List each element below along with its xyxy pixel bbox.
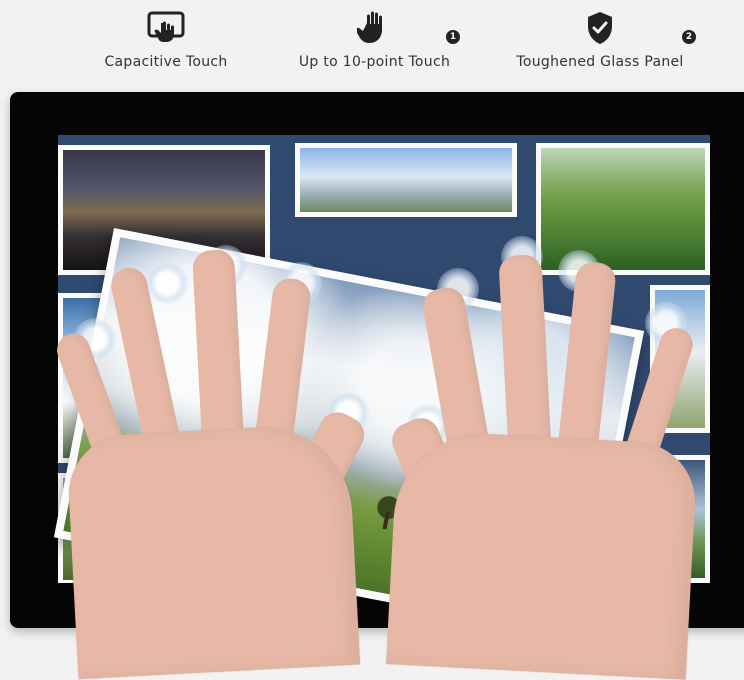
shield-check-icon	[588, 12, 612, 44]
touch-point	[146, 262, 188, 304]
feature-capacitive-touch: Capacitive Touch	[96, 10, 236, 70]
left-hand	[65, 422, 361, 680]
feature-ten-point-touch: Up to 10-point Touch	[292, 10, 457, 70]
feature-label-capacitive-touch: Capacitive Touch	[104, 54, 228, 70]
touch-screen-icon	[147, 11, 185, 42]
feature-label-ten-point-touch: Up to 10-point Touch	[298, 54, 451, 70]
feature-row: Capacitive Touch Up to 10-point Touch 1 …	[0, 0, 744, 90]
cloud-landscape-photo	[295, 143, 517, 217]
footnote-badge-2: 2	[682, 30, 696, 44]
footnote-badge-1: 1	[446, 30, 460, 44]
green-river-photo	[536, 143, 710, 275]
feature-label-toughened-glass: Toughened Glass Panel	[516, 54, 684, 70]
feature-toughened-glass: Toughened Glass Panel	[510, 10, 690, 70]
hand-icon	[356, 11, 382, 43]
right-hand	[386, 429, 698, 680]
